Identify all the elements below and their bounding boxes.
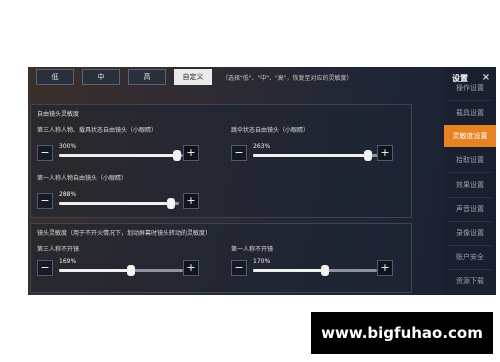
slider-fill <box>253 269 325 272</box>
divider <box>448 172 492 173</box>
increase-button[interactable]: + <box>377 145 393 161</box>
slider-value: 170% <box>253 258 271 265</box>
tab-custom[interactable]: 自定义 <box>174 69 212 85</box>
slider-track[interactable] <box>59 265 183 276</box>
section-title: 自由镜头灵敏度 <box>37 111 80 118</box>
slider-handle[interactable] <box>126 265 135 276</box>
settings-sidebar: 设置 × 操作设置 载具设置 灵敏度设置 拾取设置 效果设置 声音设置 录像设置… <box>444 67 496 295</box>
slider-handle[interactable] <box>364 150 373 161</box>
increase-button[interactable]: + <box>183 193 199 209</box>
sidebar-item-downloads[interactable]: 资源下载 <box>444 270 496 292</box>
slider-value: 288% <box>59 191 77 198</box>
slider-fill <box>59 269 131 272</box>
sidebar-item-sound[interactable]: 声音设置 <box>444 198 496 220</box>
sidebar-item-effects[interactable]: 效果设置 <box>444 174 496 196</box>
increase-button[interactable]: + <box>377 260 393 276</box>
decrease-button[interactable]: − <box>37 193 53 209</box>
settings-panel: 低 中 高 自定义 （选择"低"、"中"、"高"，恢复至对应的灵敏度） 自由镜头… <box>28 67 496 295</box>
decrease-button[interactable]: − <box>37 145 53 161</box>
decrease-button[interactable]: − <box>231 260 247 276</box>
slider-track[interactable] <box>253 265 377 276</box>
tab-high[interactable]: 高 <box>128 69 166 85</box>
sidebar-item-vehicle[interactable]: 载具设置 <box>444 102 496 124</box>
slider-handle[interactable] <box>172 150 181 161</box>
slider-value: 300% <box>59 143 77 150</box>
decrease-button[interactable]: − <box>231 145 247 161</box>
tab-low[interactable]: 低 <box>36 69 74 85</box>
free-look-section: 自由镜头灵敏度 第三人称人物、载具状态自由镜头（小眼睛） − 300% + 跳伞… <box>30 104 412 218</box>
preset-hint: （选择"低"、"中"、"高"，恢复至对应的灵敏度） <box>222 74 353 82</box>
increase-button[interactable]: + <box>183 260 199 276</box>
slider-label: 第三人称不开镜 <box>37 246 80 253</box>
decrease-button[interactable]: − <box>37 260 53 276</box>
preset-tabs: 低 中 高 自定义 （选择"低"、"中"、"高"，恢复至对应的灵敏度） <box>36 69 353 85</box>
slider-track[interactable] <box>253 150 381 161</box>
section-title: 镜头灵敏度（用于不开火情况下，划动屏幕时镜头转动的灵敏度） <box>37 230 212 237</box>
sidebar-item-account-security[interactable]: 账户安全 <box>444 246 496 268</box>
sidebar-item-sensitivity[interactable]: 灵敏度设置 <box>444 125 496 147</box>
slider-label: 第一人称人物自由镜头（小眼睛） <box>37 175 128 182</box>
slider-fill <box>59 154 177 157</box>
slider-fill <box>253 154 369 157</box>
camera-sensitivity-section: 镜头灵敏度（用于不开火情况下，划动屏幕时镜头转动的灵敏度） 第三人称不开镜 − … <box>30 223 412 293</box>
watermark-banner: www.bigfuhao.com <box>311 312 493 354</box>
sidebar-item-recording[interactable]: 录像设置 <box>444 222 496 244</box>
divider <box>448 100 492 101</box>
slider-value: 263% <box>253 143 271 150</box>
sidebar-item-controls[interactable]: 操作设置 <box>444 77 496 99</box>
slider-track[interactable] <box>59 150 183 161</box>
sidebar-item-pickup[interactable]: 拾取设置 <box>444 149 496 171</box>
slider-value: 169% <box>59 258 77 265</box>
tab-medium[interactable]: 中 <box>82 69 120 85</box>
increase-button[interactable]: + <box>183 145 199 161</box>
slider-label: 第一人称不开镜 <box>231 246 274 253</box>
slider-label: 跳伞状态自由镜头（小眼睛） <box>231 127 310 134</box>
slider-handle[interactable] <box>320 265 329 276</box>
slider-track[interactable] <box>59 198 179 209</box>
slider-handle[interactable] <box>166 198 175 209</box>
slider-fill <box>59 202 171 205</box>
slider-label: 第三人称人物、载具状态自由镜头（小眼睛） <box>37 127 158 134</box>
